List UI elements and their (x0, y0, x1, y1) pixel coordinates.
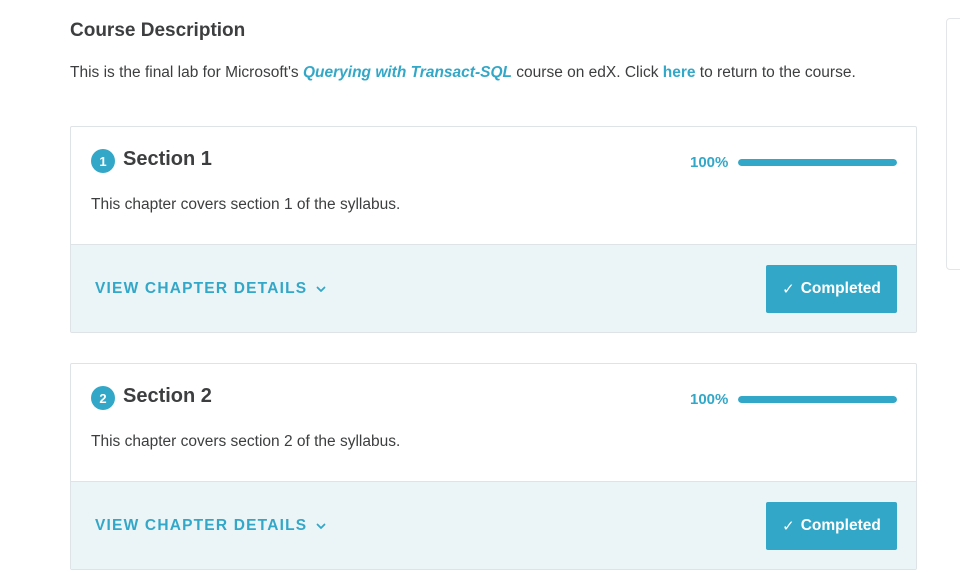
chapter-card: 2 Section 2 100% This chapter covers sec… (70, 363, 917, 570)
description-text-before: This is the final lab for Microsoft's (70, 64, 303, 81)
course-description-heading: Course Description (70, 20, 246, 41)
completed-button-label: Completed (800, 517, 881, 534)
course-link[interactable]: Querying with Transact-SQL (303, 64, 512, 81)
progress-bar (738, 396, 897, 403)
page: Course Description This is the final lab… (0, 0, 960, 573)
chapter-card: 1 Section 1 100% This chapter covers sec… (70, 126, 917, 333)
chapter-title: Section 1 (123, 148, 212, 170)
course-description-text: This is the final lab for Microsoft's Qu… (70, 64, 856, 82)
progress-bar-fill (738, 159, 897, 166)
view-chapter-details-toggle[interactable]: VIEW CHAPTER DETAILS (95, 517, 327, 535)
view-chapter-details-toggle[interactable]: VIEW CHAPTER DETAILS (95, 280, 327, 298)
chapter-card-footer: VIEW CHAPTER DETAILS ✓ Completed (71, 481, 916, 569)
progress-percent: 100% (690, 391, 729, 408)
chapter-card-header: 2 Section 2 100% This chapter covers sec… (71, 364, 916, 481)
progress-bar-fill (738, 396, 897, 403)
chapter-number-badge: 2 (91, 386, 115, 410)
chevron-down-icon (316, 286, 326, 292)
check-icon: ✓ (782, 518, 795, 535)
return-to-course-link[interactable]: here (663, 64, 696, 81)
chapter-description: This chapter covers section 1 of the syl… (91, 196, 401, 213)
progress-percent: 100% (690, 154, 729, 171)
completed-button[interactable]: ✓ Completed (766, 265, 897, 313)
description-text-after: to return to the course. (695, 64, 856, 81)
completed-button[interactable]: ✓ Completed (766, 502, 897, 550)
check-icon: ✓ (782, 281, 795, 298)
side-panel (946, 18, 960, 270)
chapter-title: Section 2 (123, 385, 212, 407)
view-chapter-details-label: VIEW CHAPTER DETAILS (95, 517, 308, 534)
chapter-card-footer: VIEW CHAPTER DETAILS ✓ Completed (71, 244, 916, 332)
chevron-down-icon (316, 523, 326, 529)
completed-button-label: Completed (800, 280, 881, 297)
progress-bar (738, 159, 897, 166)
chapter-description: This chapter covers section 2 of the syl… (91, 433, 401, 450)
description-text-middle: course on edX. Click (511, 64, 663, 81)
view-chapter-details-label: VIEW CHAPTER DETAILS (95, 280, 308, 297)
chapter-card-header: 1 Section 1 100% This chapter covers sec… (71, 127, 916, 244)
chapter-number-badge: 1 (91, 149, 115, 173)
